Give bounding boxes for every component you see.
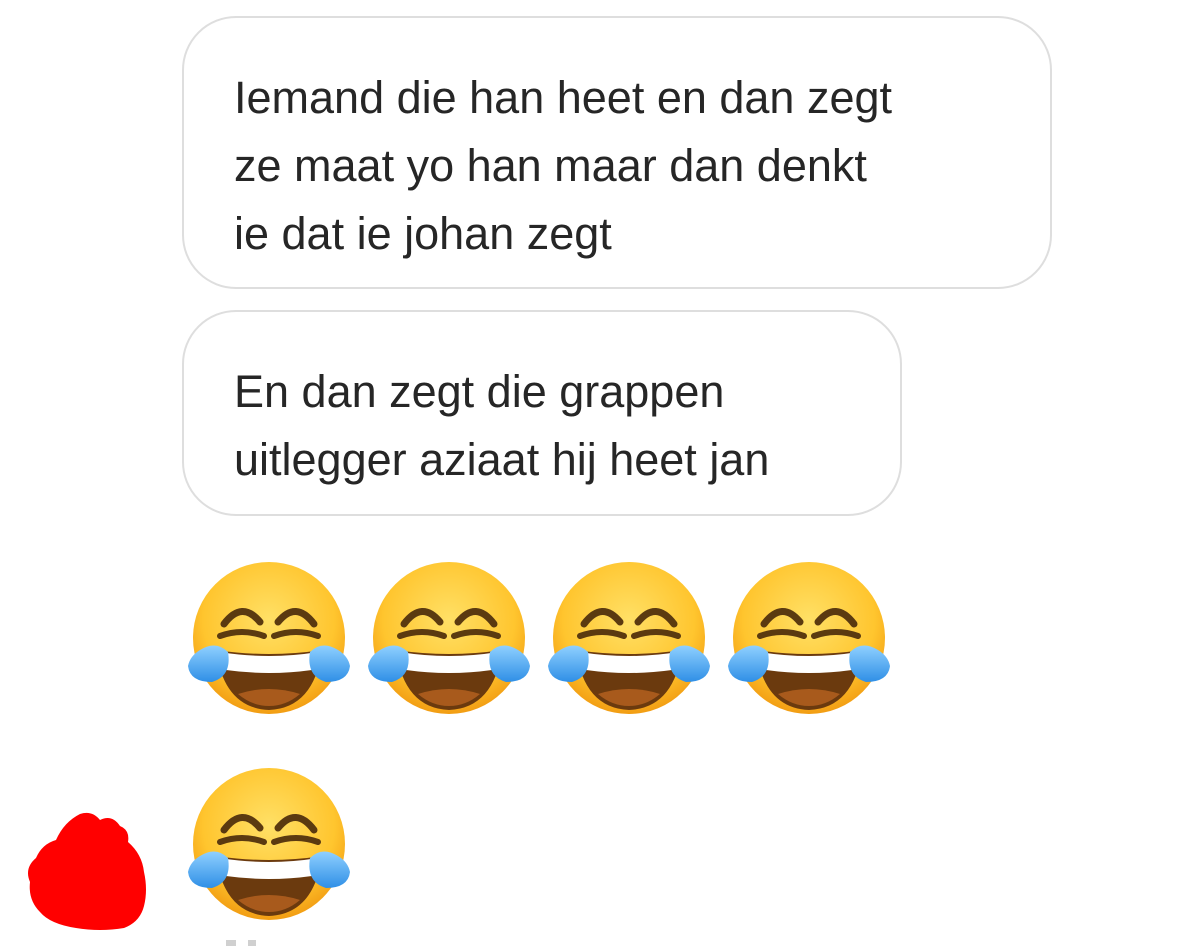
face-with-tears-of-joy-icon: [366, 558, 532, 718]
face-with-tears-of-joy-icon: [726, 558, 892, 718]
redaction-scribble: [28, 812, 146, 930]
cropped-next-item: [226, 940, 256, 946]
message-text-line: En dan zegt die grappen: [234, 366, 725, 417]
message-bubble[interactable]: Iemand die han heet en dan zegt ze maat …: [182, 16, 1052, 289]
face-with-tears-of-joy-icon: [186, 558, 352, 718]
message-text-line: uitlegger aziaat hij heet jan: [234, 434, 770, 485]
message-text-line: ze maat yo han maar dan denkt: [234, 140, 867, 191]
face-with-tears-of-joy-icon: [186, 764, 352, 924]
avatar[interactable]: [20, 808, 150, 932]
message-text-line: Iemand die han heet en dan zegt: [234, 72, 893, 123]
message-bubble[interactable]: En dan zegt die grappen uitlegger aziaat…: [182, 310, 902, 516]
chat-thread: Iemand die han heet en dan zegt ze maat …: [0, 0, 1200, 946]
face-with-tears-of-joy-icon: [546, 558, 712, 718]
message-text-line: ie dat ie johan zegt: [234, 208, 612, 259]
